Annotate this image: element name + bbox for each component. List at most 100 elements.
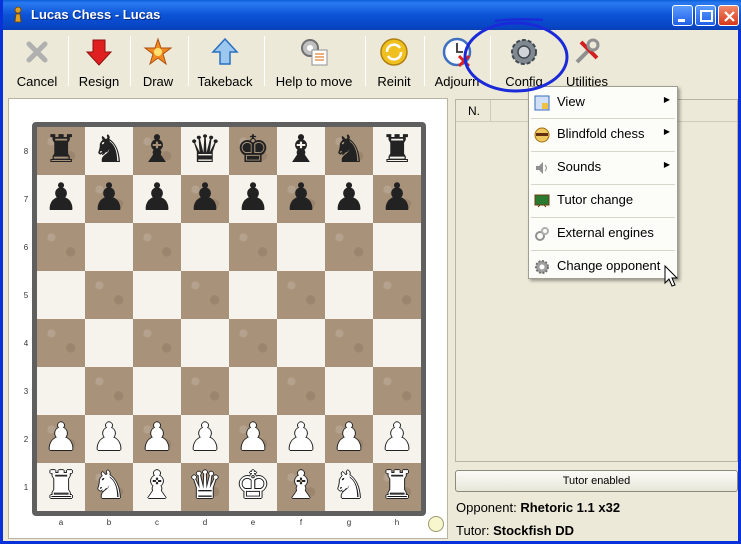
square-c5[interactable] <box>133 271 181 319</box>
black-pawn-icon[interactable]: ♟ <box>181 173 229 221</box>
white-bishop-icon[interactable]: ♝ <box>133 461 181 509</box>
square-g5[interactable] <box>325 271 373 319</box>
black-pawn-icon[interactable]: ♟ <box>229 173 277 221</box>
white-pawn-icon[interactable]: ♟ <box>181 413 229 461</box>
white-pawn-icon[interactable]: ♟ <box>37 413 85 461</box>
cancel-button[interactable]: Cancel <box>11 34 63 90</box>
black-pawn-icon[interactable]: ♟ <box>37 173 85 221</box>
square-c3[interactable] <box>133 367 181 415</box>
square-c6[interactable] <box>133 223 181 271</box>
square-g4[interactable] <box>325 319 373 367</box>
white-pawn-icon[interactable]: ♟ <box>325 413 373 461</box>
menu-item-blindfold-chess[interactable]: Blindfold chess ▶ <box>530 119 676 150</box>
square-f5[interactable] <box>277 271 325 319</box>
tutor-icon <box>534 194 550 208</box>
black-knight-icon[interactable]: ♞ <box>325 125 373 173</box>
white-pawn-icon[interactable]: ♟ <box>229 413 277 461</box>
minimize-button[interactable] <box>672 5 693 26</box>
black-pawn-icon[interactable]: ♟ <box>133 173 181 221</box>
black-knight-icon[interactable]: ♞ <box>85 125 133 173</box>
resign-button[interactable]: Resign <box>74 34 124 90</box>
white-bishop-icon[interactable]: ♝ <box>277 461 325 509</box>
rank-label: 8 <box>23 147 29 156</box>
file-label: b <box>106 518 112 527</box>
black-pawn-icon[interactable]: ♟ <box>373 173 421 221</box>
rank-label: 5 <box>23 291 29 300</box>
menu-item-tutor-change[interactable]: Tutor change <box>530 185 676 216</box>
square-e6[interactable] <box>229 223 277 271</box>
square-g3[interactable] <box>325 367 373 415</box>
view-icon <box>534 95 550 111</box>
utilities-button[interactable]: Utilities <box>559 34 615 90</box>
submenu-arrow-icon: ▶ <box>663 95 670 104</box>
black-pawn-icon[interactable]: ♟ <box>85 173 133 221</box>
square-c4[interactable] <box>133 319 181 367</box>
square-a3[interactable] <box>37 367 85 415</box>
white-knight-icon[interactable]: ♞ <box>325 461 373 509</box>
white-rook-icon[interactable]: ♜ <box>37 461 85 509</box>
maximize-button[interactable] <box>695 5 716 26</box>
square-d4[interactable] <box>181 319 229 367</box>
square-b4[interactable] <box>85 319 133 367</box>
square-d6[interactable] <box>181 223 229 271</box>
config-button[interactable]: Config <box>496 34 552 90</box>
menu-item-sounds[interactable]: Sounds ▶ <box>530 152 676 183</box>
black-bishop-icon[interactable]: ♝ <box>277 125 325 173</box>
cancel-icon <box>26 41 48 63</box>
chess-board[interactable]: ♜ ♞ ♝ ♛ ♚ ♝ ♞ ♜ ♟ ♟ ♟ ♟ ♟ ♟ ♟ ♟ ♟ ♟ ♟ ♟ ♟ ♟ ♟ ♟ ♜ ♞ ♝ ♛ ♚ ♝ ♞ ♜ <box>32 122 426 516</box>
rank-label: 6 <box>23 243 29 252</box>
white-pawn-icon[interactable]: ♟ <box>133 413 181 461</box>
square-f3[interactable] <box>277 367 325 415</box>
black-pawn-icon[interactable]: ♟ <box>325 173 373 221</box>
square-h6[interactable] <box>373 223 421 271</box>
white-pawn-icon[interactable]: ♟ <box>85 413 133 461</box>
black-king-icon[interactable]: ♚ <box>229 125 277 173</box>
square-a4[interactable] <box>37 319 85 367</box>
black-bishop-icon[interactable]: ♝ <box>133 125 181 173</box>
square-g6[interactable] <box>325 223 373 271</box>
black-rook-icon[interactable]: ♜ <box>37 125 85 173</box>
square-a6[interactable] <box>37 223 85 271</box>
opponent-label: Opponent: <box>456 500 517 515</box>
menu-item-external-engines[interactable]: External engines <box>530 218 676 249</box>
white-knight-icon[interactable]: ♞ <box>85 461 133 509</box>
draw-button[interactable]: Draw <box>136 34 180 90</box>
adjourn-button[interactable]: Adjourn <box>429 34 485 90</box>
takeback-button[interactable]: Takeback <box>194 34 256 90</box>
square-f6[interactable] <box>277 223 325 271</box>
reinit-button[interactable]: Reinit <box>370 34 418 90</box>
square-e4[interactable] <box>229 319 277 367</box>
square-f4[interactable] <box>277 319 325 367</box>
square-h4[interactable] <box>373 319 421 367</box>
menu-item-change-opponent[interactable]: Change opponent <box>530 251 676 282</box>
title-bar[interactable]: Lucas Chess - Lucas <box>3 0 741 30</box>
black-pawn-icon[interactable]: ♟ <box>277 173 325 221</box>
square-b3[interactable] <box>85 367 133 415</box>
white-pawn-icon[interactable]: ♟ <box>373 413 421 461</box>
tutor-enabled-button[interactable]: Tutor enabled <box>455 470 738 492</box>
menu-item-view[interactable]: View ▶ <box>530 87 676 118</box>
square-e3[interactable] <box>229 367 277 415</box>
white-king-icon[interactable]: ♚ <box>229 461 277 509</box>
white-pawn-icon[interactable]: ♟ <box>277 413 325 461</box>
help-to-move-button[interactable]: Help to move <box>270 34 358 90</box>
close-icon <box>724 11 735 22</box>
submenu-arrow-icon: ▶ <box>663 127 670 136</box>
rank-label: 7 <box>23 195 29 204</box>
square-b6[interactable] <box>85 223 133 271</box>
sound-icon <box>536 162 547 174</box>
close-button[interactable] <box>718 5 739 26</box>
black-rook-icon[interactable]: ♜ <box>373 125 421 173</box>
tutor-info: Tutor: Stockfish DD <box>456 523 574 538</box>
square-h5[interactable] <box>373 271 421 319</box>
square-d5[interactable] <box>181 271 229 319</box>
square-a5[interactable] <box>37 271 85 319</box>
square-d3[interactable] <box>181 367 229 415</box>
square-h3[interactable] <box>373 367 421 415</box>
white-rook-icon[interactable]: ♜ <box>373 461 421 509</box>
black-queen-icon[interactable]: ♛ <box>181 125 229 173</box>
square-b5[interactable] <box>85 271 133 319</box>
column-move-number[interactable]: N. <box>456 100 491 122</box>
white-queen-icon[interactable]: ♛ <box>181 461 229 509</box>
square-e5[interactable] <box>229 271 277 319</box>
